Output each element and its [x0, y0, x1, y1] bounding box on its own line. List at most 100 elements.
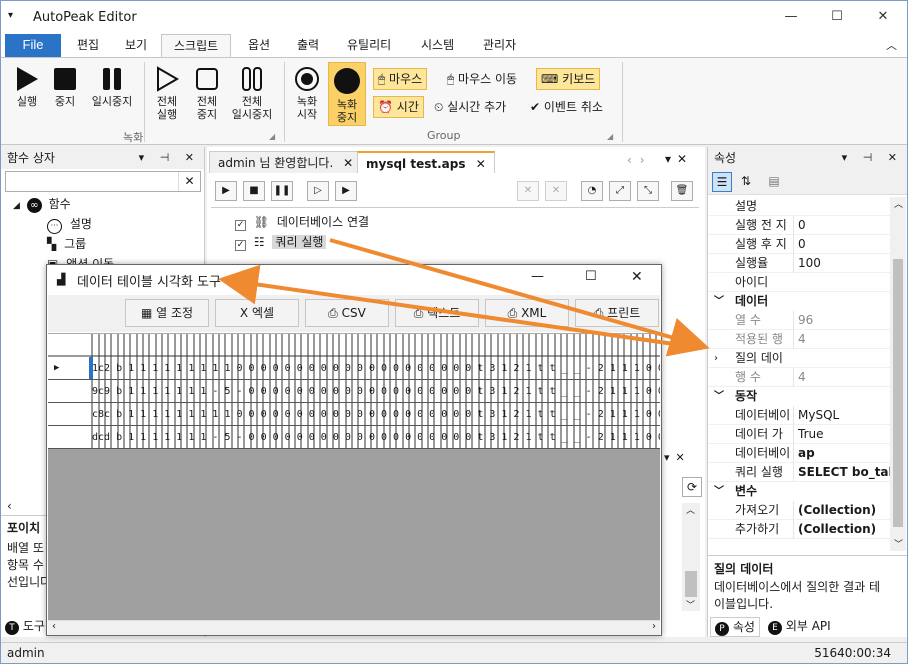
prop-value[interactable]: MySQL: [793, 406, 890, 425]
tab-system[interactable]: 시스템: [409, 34, 466, 57]
close-button[interactable]: ✕: [860, 1, 906, 33]
collapse-chevron-icon[interactable]: ﹀: [714, 292, 724, 311]
group-expand-icon[interactable]: ◢: [607, 132, 613, 141]
table-row[interactable]: 9c9 b 1 1 1 1 1 1 1 - 5 - 0 0 0 0 0 0 0 …: [48, 380, 660, 403]
categorized-icon[interactable]: ☰: [712, 172, 732, 192]
close-tab-icon[interactable]: ✕: [476, 157, 486, 171]
prop-row[interactable]: 추가하기 (Collection): [708, 520, 890, 539]
tab-external-api[interactable]: E 외부 API: [764, 617, 835, 637]
script-step-over-button[interactable]: ▶: [335, 181, 357, 201]
mouse-move-button[interactable]: 🖱 마우스 이동: [442, 68, 522, 90]
expand-button[interactable]: ⤢: [609, 181, 631, 201]
system-menu-icon[interactable]: ▾: [8, 10, 13, 21]
table-row[interactable]: ▶ 1c2 b 1 1 1 1 1 1 1 1 1 0 0 0 0 0 0 0 …: [48, 357, 660, 380]
prop-row[interactable]: 설명: [708, 197, 890, 216]
tab-view[interactable]: 보기: [113, 34, 159, 57]
tab-script[interactable]: 스크립트: [161, 34, 232, 57]
table-row[interactable]: dcd b 1 1 1 1 1 1 1 - 5 - 0 0 0 0 0 0 0 …: [48, 426, 660, 449]
tab-admin[interactable]: 관리자: [471, 34, 528, 57]
scroll-up-icon[interactable]: ︿: [894, 197, 903, 210]
script-item-db-connect[interactable]: ✓ ⛓ 데이터베이스 연결: [235, 213, 369, 231]
collapse-chevron-icon[interactable]: ﹀: [714, 482, 724, 501]
panel-controls[interactable]: ▾ ⊣ ✕: [139, 147, 200, 169]
tree-item-functions[interactable]: ◢ ∞ 함수: [13, 195, 71, 213]
group-expand-icon[interactable]: ◢: [269, 132, 275, 141]
prop-row[interactable]: 데이터베이 MySQL: [708, 406, 890, 425]
prop-row[interactable]: 행 수 4: [708, 368, 890, 387]
tab-tools[interactable]: T 도구: [5, 617, 45, 635]
tab-utility[interactable]: 유틸리티: [335, 34, 403, 57]
stop-button[interactable]: 중지: [47, 66, 83, 108]
dialog-maximize-button[interactable]: ☐: [585, 269, 597, 284]
scroll-down-icon[interactable]: ﹀: [686, 598, 695, 611]
dialog-close-button[interactable]: ✕: [631, 269, 643, 285]
keyboard-button[interactable]: ⌨ 키보드: [536, 68, 601, 90]
xml-button[interactable]: ⎙ XML: [485, 299, 569, 327]
ribbon-collapse-icon[interactable]: ︿: [886, 37, 897, 53]
prop-row[interactable]: 아이디: [708, 273, 890, 292]
prop-category-variables[interactable]: ﹀ 변수: [708, 482, 890, 501]
prop-value[interactable]: True: [793, 425, 890, 444]
prop-value[interactable]: 0: [793, 235, 890, 254]
scroll-up-icon[interactable]: ︿: [686, 503, 695, 516]
prop-row[interactable]: 열 수 96: [708, 311, 890, 330]
mouse-button[interactable]: 🖱 마우스: [373, 68, 428, 90]
scroll-down-icon[interactable]: ﹀: [894, 537, 903, 550]
prop-row[interactable]: 가져오기 (Collection): [708, 501, 890, 520]
script-step-button[interactable]: ▷: [307, 181, 329, 201]
prop-value[interactable]: (Collection): [793, 501, 890, 520]
prop-row[interactable]: 데이터 가 True: [708, 425, 890, 444]
prop-row[interactable]: 실행율 100: [708, 254, 890, 273]
prop-row[interactable]: 실행 후 지 0: [708, 235, 890, 254]
prop-value[interactable]: ap: [793, 444, 890, 463]
time-button[interactable]: ⏰ 시간: [373, 96, 424, 118]
scroll-thumb[interactable]: [893, 259, 903, 527]
table-row[interactable]: c8c b 1 1 1 1 1 1 1 1 1 0 0 0 0 0 0 0 0 …: [48, 403, 660, 426]
checkbox[interactable]: ✓: [235, 240, 246, 251]
prop-row[interactable]: 적용된 행 4: [708, 330, 890, 349]
tab-output[interactable]: 출력: [285, 34, 331, 57]
record-start-button[interactable]: 녹화 시작: [289, 66, 325, 121]
stop-all-button[interactable]: 전체 중지: [187, 66, 227, 121]
prop-value[interactable]: SELECT bo_table,: [793, 463, 890, 482]
print-button[interactable]: ⎙ 프린트: [575, 299, 659, 327]
text-button[interactable]: ⎙ 텍스트: [395, 299, 479, 327]
scroll-thumb[interactable]: [685, 571, 697, 597]
tab-nav-icons[interactable]: ‹›: [627, 153, 653, 167]
prop-category-data[interactable]: ﹀ 데이터: [708, 292, 890, 311]
run-button[interactable]: 실행: [9, 66, 45, 108]
clear-search-icon[interactable]: ✕: [178, 172, 200, 191]
csv-button[interactable]: ⎙ CSV: [305, 299, 389, 327]
adjust-columns-button[interactable]: ▦ 열 조정: [125, 299, 209, 327]
function-search-input[interactable]: ✕: [5, 171, 201, 192]
dialog-minimize-button[interactable]: —: [531, 269, 544, 284]
collapse-chevron-icon[interactable]: ﹀: [714, 387, 724, 406]
collapse-triangle-icon[interactable]: ◢: [13, 201, 20, 211]
prop-value[interactable]: 0: [793, 216, 890, 235]
expand-chevron-icon[interactable]: ›: [714, 349, 718, 368]
tab-file[interactable]: File: [5, 34, 61, 57]
tab-controls[interactable]: ▾✕: [665, 152, 693, 166]
prop-row[interactable]: 쿼리 실행 SELECT bo_table,: [708, 463, 890, 482]
data-grid[interactable]: ▶ 1c2 b 1 1 1 1 1 1 1 1 1 0 0 0 0 0 0 0 …: [48, 333, 660, 449]
maximize-button[interactable]: ☐: [814, 1, 860, 33]
script-item-query[interactable]: ✓ ☷ 쿼리 실행: [235, 233, 327, 251]
output-panel-controls[interactable]: ▾✕: [664, 451, 691, 464]
tab-properties[interactable]: P 속성: [710, 617, 760, 637]
scroll-left-icon[interactable]: ‹: [52, 621, 56, 632]
script-disabled-button[interactable]: ✕: [517, 181, 539, 201]
prop-value[interactable]: (Collection): [793, 520, 890, 539]
tab-welcome[interactable]: admin 님 환영합니다. ✕: [209, 151, 363, 173]
sort-az-icon[interactable]: ⇅: [736, 172, 756, 192]
collapse-button[interactable]: ⤡: [637, 181, 659, 201]
script-pause-button[interactable]: ❚❚: [271, 181, 293, 201]
record-stop-button[interactable]: 녹화 중지: [328, 62, 366, 126]
scroll-left-icon[interactable]: ‹: [7, 499, 12, 513]
properties-scrollbar[interactable]: ︿ ﹀: [890, 197, 906, 551]
pause-button[interactable]: 일시중지: [85, 66, 139, 108]
script-stop-button[interactable]: ■: [243, 181, 265, 201]
scroll-right-icon[interactable]: ›: [652, 621, 656, 632]
prop-row[interactable]: 실행 전 지 0: [708, 216, 890, 235]
excel-button[interactable]: X 엑셀: [215, 299, 299, 327]
run-all-button[interactable]: 전체 실행: [147, 66, 187, 121]
